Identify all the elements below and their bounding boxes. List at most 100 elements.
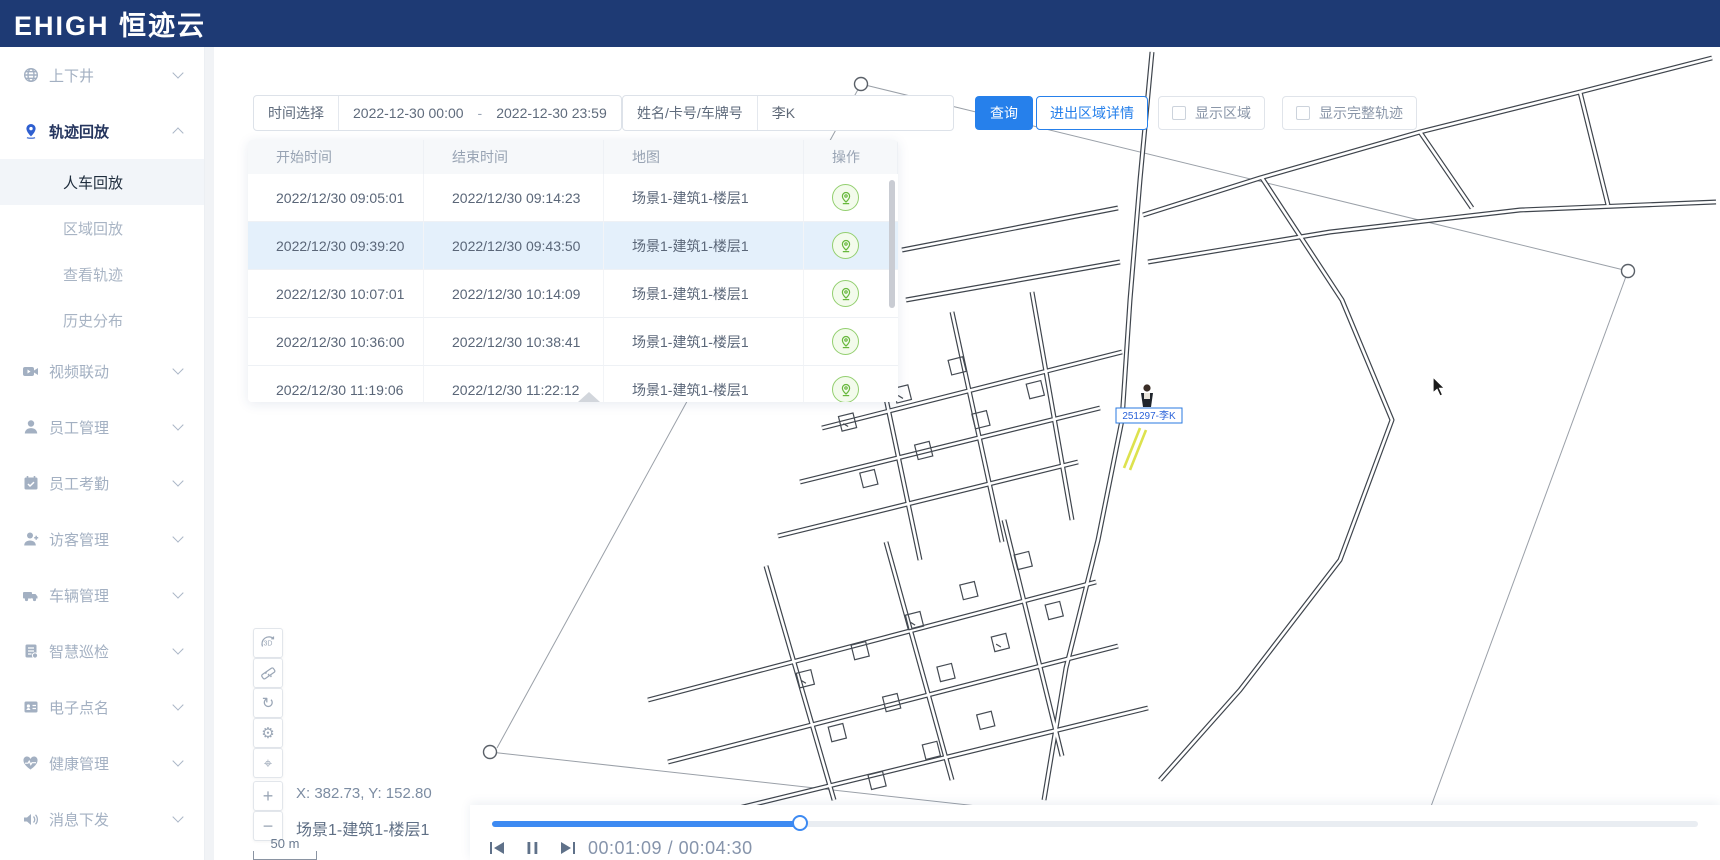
sidebar-item-label: 轨迹回放 [49, 121, 174, 142]
measure-ruler-button[interactable] [253, 658, 283, 688]
chevron-down-icon [172, 419, 183, 430]
cell-start: 2022/12/30 10:07:01 [248, 270, 424, 318]
cell-map: 场景1-建筑1-楼层1 [604, 270, 804, 318]
cell-map: 场景1-建筑1-楼层1 [604, 174, 804, 222]
cursor-coordinates: X: 382.73, Y: 152.80 [296, 785, 432, 802]
app-logo: EHIGH 恒迹云 [14, 4, 206, 43]
sidebar-item-smart-inspection[interactable]: 智慧巡检 [0, 623, 204, 679]
play-track-button[interactable] [832, 280, 859, 307]
sidebar-subitem-person-vehicle-replay[interactable]: 人车回放 [0, 159, 204, 205]
cell-end: 2022/12/30 09:14:23 [424, 174, 604, 222]
table-scrollbar[interactable] [889, 180, 895, 308]
user-icon [22, 419, 39, 436]
sidebar-item-label: 访客管理 [49, 529, 174, 550]
cell-map: 场景1-建筑1-楼层1 [604, 318, 804, 366]
cell-end: 2022/12/30 10:14:09 [424, 270, 604, 318]
table-row[interactable]: 2022/12/30 10:07:01 2022/12/30 10:14:09 … [248, 270, 898, 318]
cell-start: 2022/12/30 09:05:01 [248, 174, 424, 222]
inspection-document-icon [22, 643, 39, 660]
sidebar-item-video-linkage[interactable]: 视频联动 [0, 343, 204, 399]
sidebar-item-label: 消息下发 [49, 809, 174, 830]
table-row-selected[interactable]: 2022/12/30 09:39:20 2022/12/30 09:43:50 … [248, 222, 898, 270]
name-search-field[interactable]: 姓名/卡号/车牌号 李K [622, 95, 954, 131]
sidebar-item-label: 智慧巡检 [49, 641, 174, 662]
time-start-value[interactable]: 2022-12-30 00:00 [339, 105, 478, 121]
video-camera-icon [22, 363, 39, 380]
skip-to-end-button[interactable] [556, 838, 578, 858]
play-track-button[interactable] [832, 376, 859, 402]
sidebar-subitem-label: 区域回放 [63, 218, 123, 239]
sidebar-subitem-label: 人车回放 [63, 172, 123, 193]
table-header-row: 开始时间 结束时间 地图 操作 [248, 140, 898, 174]
pause-button[interactable] [521, 838, 543, 858]
id-card-icon [22, 699, 39, 716]
sidebar-divider [205, 47, 214, 860]
cell-end: 2022/12/30 11:22:12 [424, 366, 604, 402]
marker-label: 251297-李K [1116, 408, 1182, 423]
table-row[interactable]: 2022/12/30 10:36:00 2022/12/30 10:38:41 … [248, 318, 898, 366]
name-field-value[interactable]: 李K [758, 103, 809, 123]
track-segments-table: 开始时间 结束时间 地图 操作 2022/12/30 09:05:01 2022… [248, 140, 898, 402]
settings-gear-button[interactable]: ⚙ [253, 718, 283, 748]
table-row[interactable]: 2022/12/30 11:19:06 2022/12/30 11:22:12 … [248, 366, 898, 402]
show-area-label: 显示区域 [1195, 103, 1251, 123]
search-button[interactable]: 查询 [975, 96, 1033, 130]
time-end-value[interactable]: 2022-12-30 23:59 [482, 105, 621, 121]
sidebar-item-track-replay[interactable]: 轨迹回放 [0, 103, 204, 159]
chevron-down-icon [172, 363, 183, 374]
sidebar-item-partial[interactable] [0, 847, 204, 860]
checkbox-icon[interactable] [1296, 106, 1310, 120]
show-full-track-checkbox[interactable]: 显示完整轨迹 [1282, 96, 1417, 130]
cell-start: 2022/12/30 11:19:06 [248, 366, 424, 402]
chevron-up-icon [172, 127, 183, 138]
sidebar-subitem-area-replay[interactable]: 区域回放 [0, 205, 204, 251]
sidebar-item-health-management[interactable]: 健康管理 [0, 735, 204, 791]
app-root: { "header": { "logo": "EHIGH 恒迹云" }, "si… [0, 0, 1720, 860]
skip-to-start-button[interactable] [486, 838, 508, 858]
col-end-time: 结束时间 [424, 140, 604, 174]
svg-text:251297-李K: 251297-李K [1122, 409, 1176, 422]
play-track-button[interactable] [832, 184, 859, 211]
person-marker[interactable] [1141, 384, 1153, 407]
sidebar-item-label: 车辆管理 [49, 585, 174, 606]
playback-progress-track[interactable] [492, 821, 1698, 827]
sidebar-item-visitor-management[interactable]: 访客管理 [0, 511, 204, 567]
heart-pulse-icon [22, 755, 39, 772]
sidebar-item-electronic-rollcall[interactable]: 电子点名 [0, 679, 204, 735]
sidebar-item-employee-management[interactable]: 员工管理 [0, 399, 204, 455]
cell-start: 2022/12/30 09:39:20 [248, 222, 424, 270]
truck-icon [22, 587, 39, 604]
sidebar-item-vehicle-management[interactable]: 车辆管理 [0, 567, 204, 623]
sidebar-item-label: 员工管理 [49, 417, 174, 438]
sidebar-item-message-dispatch[interactable]: 消息下发 [0, 791, 204, 847]
show-area-checkbox[interactable]: 显示区域 [1158, 96, 1265, 130]
chevron-down-icon [172, 475, 183, 486]
table-collapse-handle[interactable] [578, 392, 600, 402]
sidebar-item-employee-attendance[interactable]: 员工考勤 [0, 455, 204, 511]
refresh-button[interactable]: ↻ [253, 688, 283, 718]
play-track-button[interactable] [832, 328, 859, 355]
play-track-button[interactable] [832, 232, 859, 259]
sidebar-item-label: 员工考勤 [49, 473, 174, 494]
sidebar: 上下井 轨迹回放 人车回放 区域回放 查看轨迹 历史分布 视频联动 员工管理 [0, 47, 205, 860]
playback-panel: 00:01:09 / 00:04:30 [470, 805, 1720, 860]
sidebar-item-label: 上下井 [49, 65, 174, 86]
cell-end: 2022/12/30 10:38:41 [424, 318, 604, 366]
map-3d-rotate-button[interactable]: 3D [253, 628, 283, 658]
sidebar-subitem-view-track[interactable]: 查看轨迹 [0, 251, 204, 297]
sidebar-subitem-label: 历史分布 [63, 310, 123, 331]
checkbox-icon[interactable] [1172, 106, 1186, 120]
time-range-picker[interactable]: 时间选择 2022-12-30 00:00 - 2022-12-30 23:59 [253, 95, 622, 131]
chevron-down-icon [172, 811, 183, 822]
user-plus-icon [22, 531, 39, 548]
playback-slider-handle[interactable] [792, 815, 808, 831]
locate-button[interactable]: ⌖ [253, 748, 283, 778]
sidebar-item-updown-well[interactable]: 上下井 [0, 47, 204, 103]
area-detail-button[interactable]: 进出区域详情 [1036, 96, 1148, 130]
zoom-in-button[interactable]: + [253, 781, 283, 811]
col-start-time: 开始时间 [248, 140, 424, 174]
table-row[interactable]: 2022/12/30 09:05:01 2022/12/30 09:14:23 … [248, 174, 898, 222]
chevron-down-icon [172, 699, 183, 710]
cell-map: 场景1-建筑1-楼层1 [604, 222, 804, 270]
sidebar-subitem-history-distribution[interactable]: 历史分布 [0, 297, 204, 343]
